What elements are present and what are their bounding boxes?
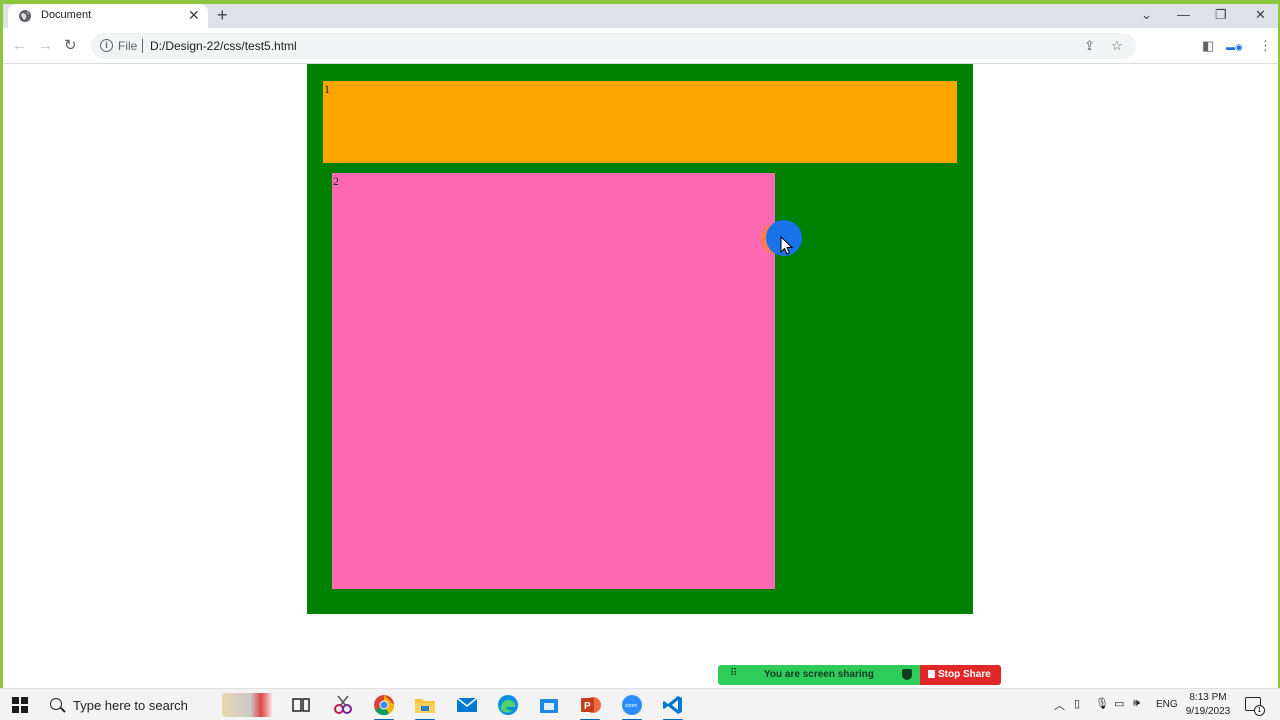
zoom-icon[interactable]: zoom	[619, 693, 645, 720]
address-bar[interactable]: i File D:/Design-22/css/test5.html ☆ ⇪	[91, 33, 1136, 59]
show-hidden-icons-icon[interactable]: ︿	[1054, 697, 1065, 713]
task-view-icon[interactable]	[288, 693, 314, 717]
edge-icon[interactable]	[495, 693, 521, 717]
device-icon[interactable]: ▯	[1074, 697, 1080, 710]
notification-count: 1	[1254, 705, 1265, 716]
menu-kebab-icon[interactable]: ⋮	[1259, 38, 1272, 54]
window-frame-left	[0, 0, 3, 690]
forward-arrow-icon[interactable]: →	[38, 37, 53, 55]
globe-icon	[19, 10, 31, 22]
extension-icon[interactable]: ▬◉	[1226, 39, 1243, 55]
url-text[interactable]: D:/Design-22/css/test5.html	[150, 39, 297, 53]
box-2-label: 2	[333, 174, 339, 188]
screen-share-bar: ⠿ You are screen sharing Stop Share	[718, 665, 1001, 685]
back-arrow-icon[interactable]: ←	[12, 37, 27, 55]
share-icon[interactable]: ⇪	[1084, 38, 1095, 54]
scheme-label: File	[118, 39, 138, 53]
box-2: 2	[332, 173, 775, 589]
powerpoint-icon[interactable]: P	[577, 693, 603, 720]
minimize-button[interactable]: —	[1177, 6, 1190, 24]
shield-icon[interactable]	[902, 669, 912, 680]
green-container: 1 2	[307, 64, 973, 614]
sharing-status[interactable]: ⠿ You are screen sharing	[718, 665, 920, 685]
windows-taskbar: Type here to search P zoom ︿ ▯ 🎙 ▭ 🕪 ENG…	[0, 688, 1280, 720]
drag-handle-icon[interactable]: ⠿	[730, 668, 737, 679]
side-panel-icon[interactable]: ◧	[1202, 38, 1214, 54]
svg-text:zoom: zoom	[625, 703, 637, 709]
search-icon	[50, 698, 62, 710]
bookmark-star-icon[interactable]: ☆	[1111, 38, 1123, 54]
search-placeholder: Type here to search	[73, 698, 188, 713]
stop-icon	[928, 670, 935, 678]
tab-close-icon[interactable]: ✕	[188, 7, 200, 23]
volume-icon[interactable]: 🕪	[1133, 697, 1140, 710]
taskbar-search[interactable]: Type here to search	[40, 691, 220, 719]
notes-app-icon[interactable]	[222, 693, 274, 717]
stop-share-label: Stop Share	[938, 669, 991, 680]
tab-document[interactable]: Document ✕	[8, 4, 208, 28]
store-icon[interactable]	[536, 693, 562, 717]
mail-icon[interactable]	[454, 693, 480, 717]
file-explorer-icon[interactable]	[412, 693, 438, 720]
browser-toolbar: ← → ↻ i File D:/Design-22/css/test5.html…	[3, 28, 1278, 64]
mouse-pointer-icon	[780, 236, 794, 255]
tab-search-chevron-icon[interactable]: ⌄	[1141, 6, 1152, 24]
microphone-icon[interactable]: 🎙	[1095, 697, 1109, 710]
reload-icon[interactable]: ↻	[64, 37, 77, 55]
stop-share-button[interactable]: Stop Share	[920, 665, 1001, 685]
snipping-tool-icon[interactable]	[330, 693, 356, 717]
clock-date: 9/19/2023	[1185, 706, 1231, 717]
site-info-icon[interactable]: i	[100, 39, 113, 52]
sharing-status-text: You are screen sharing	[764, 669, 874, 680]
box-1: 1	[323, 81, 957, 163]
maximize-button[interactable]: ❐	[1215, 6, 1227, 24]
tab-title: Document	[41, 9, 92, 21]
close-window-button[interactable]: ✕	[1255, 6, 1266, 24]
battery-icon[interactable]: ▭	[1114, 697, 1124, 710]
box-1-label: 1	[324, 82, 330, 96]
new-tab-button[interactable]: +	[217, 5, 228, 25]
svg-text:P: P	[584, 701, 591, 712]
windows-start-icon[interactable]	[12, 697, 28, 713]
language-indicator[interactable]: ENG	[1156, 699, 1178, 710]
taskbar-clock[interactable]: 8:13 PM 9/19/2023	[1180, 691, 1236, 719]
url-separator	[142, 39, 143, 53]
tab-strip: Document ✕ + ⌄ — ❐ ✕	[3, 4, 1278, 28]
vscode-icon[interactable]	[660, 693, 686, 720]
chrome-icon[interactable]	[371, 693, 397, 720]
clock-time: 8:13 PM	[1189, 692, 1227, 703]
